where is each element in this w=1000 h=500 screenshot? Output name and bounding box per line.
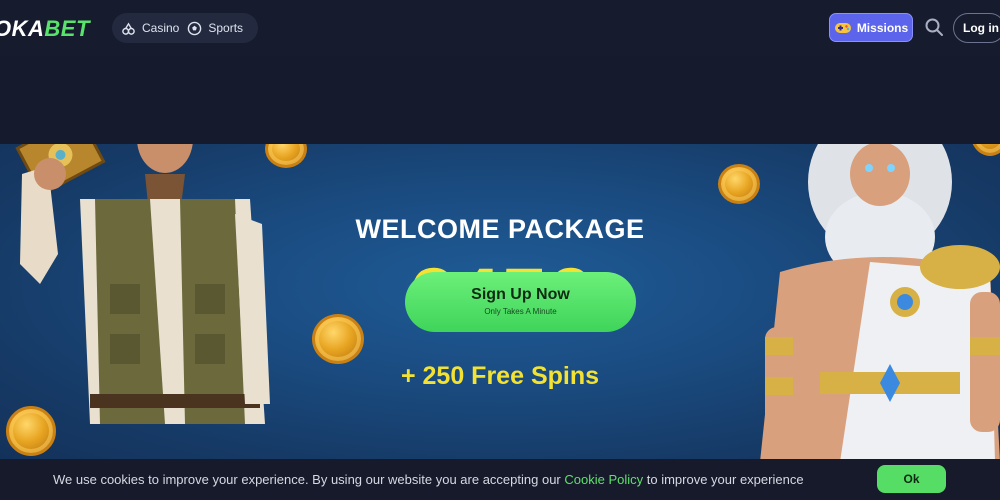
search-button[interactable]: [924, 17, 944, 37]
cookie-ok-button[interactable]: Ok: [877, 465, 946, 493]
logo-accent-text: BET: [44, 16, 90, 41]
nav-label-casino: Casino: [142, 21, 180, 35]
nav-label-sports: Sports: [208, 21, 244, 35]
cookie-text-before: We use cookies to improve your experienc…: [53, 472, 565, 487]
logo-text: OKA: [0, 16, 45, 41]
soccer-ball-icon: [188, 21, 202, 35]
cookie-ok-label: Ok: [903, 472, 920, 486]
welcome-title: WELCOME PACKAGE: [355, 214, 645, 244]
login-button[interactable]: Log in: [953, 13, 1000, 43]
gold-coin-decoration: [718, 164, 760, 204]
sign-up-button[interactable]: Sign Up Now Only Takes A Minute: [405, 272, 636, 332]
cookie-message: We use cookies to improve your experienc…: [53, 472, 804, 487]
cookie-text-after: to improve your experience: [643, 472, 804, 487]
sign-up-label: Sign Up Now: [471, 286, 570, 303]
header-spacer: [0, 56, 1000, 144]
missions-label: Missions: [856, 20, 909, 35]
free-spins-text: + 250 Free Spins: [400, 362, 600, 390]
top-navigation: OKABET Casino Sports Missions: [0, 0, 1000, 56]
site-logo[interactable]: OKABET: [0, 16, 90, 42]
cookie-policy-link[interactable]: Cookie Policy: [564, 472, 643, 487]
nav-item-casino[interactable]: Casino: [121, 21, 179, 36]
cookie-consent-bar: We use cookies to improve your experienc…: [0, 459, 1000, 500]
gold-coin-decoration: [6, 406, 56, 456]
missions-button[interactable]: Missions: [829, 13, 913, 42]
casino-icon: [122, 21, 135, 35]
nav-item-sports[interactable]: Sports: [187, 21, 243, 36]
main-nav-pill: Casino Sports: [112, 13, 258, 43]
login-label: Log in: [963, 21, 999, 35]
sign-up-sublabel: Only Takes A Minute: [484, 307, 557, 316]
search-icon: [925, 18, 943, 36]
gamepad-icon: [834, 22, 851, 33]
